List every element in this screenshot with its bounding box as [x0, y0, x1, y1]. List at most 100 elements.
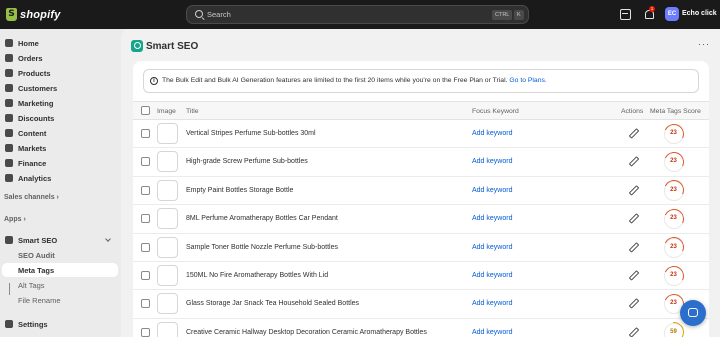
person-icon	[5, 84, 13, 92]
product-title: Sample Toner Bottle Nozzle Perfume Sub-b…	[186, 243, 339, 251]
sidebar-item-smart-seo[interactable]: Smart SEO	[2, 233, 118, 247]
sidebar-item-orders[interactable]: Orders	[2, 51, 118, 65]
table-row[interactable]: Creative Ceramic Hallway Desktop Decorat…	[133, 318, 709, 337]
row-checkbox[interactable]	[141, 242, 150, 252]
sidebar-item-label: Alt Tags	[18, 281, 45, 290]
brand-name: shopify	[20, 8, 61, 21]
row-checkbox[interactable]	[141, 129, 150, 138]
table-header: Image Title Focus Keyword Actions Meta T…	[133, 101, 709, 120]
discount-icon	[5, 114, 13, 122]
product-thumbnail	[157, 179, 178, 201]
add-keyword-link[interactable]: Add keyword	[472, 130, 512, 137]
meta-tags-score-ring: 59	[659, 318, 688, 337]
chart-icon	[5, 174, 13, 182]
shortcut-k: K	[514, 10, 524, 20]
meta-tags-score-ring: 23	[660, 262, 687, 289]
sidebar-item-label: Settings	[18, 320, 48, 329]
product-title: Creative Ceramic Hallway Desktop Decorat…	[186, 328, 427, 336]
table-row[interactable]: Empty Paint Bottles Storage Bottle Add ke…	[133, 177, 709, 206]
meta-tags-score-ring: 23	[660, 177, 687, 204]
go-to-plans-link[interactable]: Go to Plans.	[509, 77, 546, 84]
content-icon	[5, 129, 13, 137]
sidebar-item-discounts[interactable]: Discounts	[2, 111, 118, 125]
sidebar-item-products[interactable]: Products	[2, 66, 118, 80]
sidebar-item-settings[interactable]: Settings	[2, 317, 118, 331]
sidebar-item-label: Home	[18, 39, 39, 48]
edit-pencil-icon[interactable]	[629, 186, 637, 194]
sidebar-item-home[interactable]: Home	[2, 36, 118, 50]
sidebar-item-label: Customers	[18, 84, 58, 93]
sidebar-item-label: Marketing	[18, 99, 54, 108]
add-keyword-link[interactable]: Add keyword	[472, 158, 512, 165]
shopify-logo[interactable]: shopify	[6, 7, 61, 22]
table-row[interactable]: 8ML Perfume Aromatherapy Bottles Car Pen…	[133, 205, 709, 234]
select-all-checkbox[interactable]	[141, 106, 150, 115]
edit-pencil-icon[interactable]	[629, 214, 637, 222]
meta-tags-score-ring: 23	[660, 205, 687, 232]
edit-pencil-icon[interactable]	[629, 157, 637, 165]
edit-pencil-icon[interactable]	[629, 271, 637, 279]
row-checkbox[interactable]	[141, 327, 150, 337]
table-row[interactable]: 150ML No Fire Aromatherapy Bottles With …	[133, 262, 709, 291]
edit-pencil-icon[interactable]	[629, 129, 637, 137]
row-checkbox[interactable]	[141, 271, 150, 280]
table-row[interactable]: Vertical Stripes Perfume Sub-bottles 30m…	[133, 120, 709, 149]
chat-icon	[688, 308, 698, 317]
sidebar-item-label: Markets	[18, 144, 47, 153]
avatar[interactable]: EC	[665, 7, 679, 21]
add-keyword-link[interactable]: Add keyword	[472, 300, 512, 307]
sidebar-item-label: Smart SEO	[18, 236, 58, 245]
edit-pencil-icon[interactable]	[629, 243, 637, 251]
edit-pencil-icon[interactable]	[629, 299, 637, 307]
sidebar-item-marketing[interactable]: Marketing	[2, 96, 118, 110]
add-keyword-link[interactable]: Add keyword	[472, 187, 512, 194]
table-row[interactable]: Sample Toner Bottle Nozzle Perfume Sub-b…	[133, 234, 709, 262]
search-input[interactable]: Search CTRL K	[186, 5, 529, 24]
product-title: Empty Paint Bottles Storage Bottle	[186, 186, 294, 194]
product-thumbnail	[157, 123, 178, 144]
column-title[interactable]: Title	[186, 108, 199, 115]
add-keyword-link[interactable]: Add keyword	[472, 215, 512, 222]
store-name[interactable]: Echo click	[682, 10, 717, 17]
sidebar-item-finance[interactable]: Finance	[2, 156, 118, 170]
app-icon	[5, 236, 13, 244]
edit-pencil-icon[interactable]	[629, 328, 637, 336]
table-row[interactable]: High-grade Screw Perfume Sub-bottles Add …	[133, 148, 709, 177]
orders-icon	[5, 54, 13, 62]
sidebar-item-meta-tags[interactable]: Meta Tags	[2, 263, 118, 277]
target-icon	[5, 99, 13, 107]
row-checkbox[interactable]	[141, 185, 150, 195]
sales-channels-heading[interactable]: Sales channels ›	[4, 194, 59, 201]
row-checkbox[interactable]	[141, 299, 150, 309]
score-value: 59	[670, 328, 677, 335]
row-checkbox[interactable]	[141, 157, 150, 167]
column-image: Image	[157, 108, 176, 115]
add-keyword-link[interactable]: Add keyword	[472, 244, 512, 251]
sidebar-item-analytics[interactable]: Analytics	[2, 171, 118, 185]
sidebar-item-seo-audit[interactable]: SEO Audit	[2, 248, 118, 262]
score-value: 23	[670, 272, 677, 278]
meta-tags-score-ring: 23	[660, 149, 687, 175]
sidebar-item-alt-tags[interactable]: Alt Tags	[2, 278, 118, 292]
sidebar-item-file-rename[interactable]: File Rename	[2, 293, 118, 307]
bank-icon	[5, 159, 13, 167]
table-row[interactable]: Glass Storage Jar Snack Tea Household Se…	[133, 290, 709, 319]
row-checkbox[interactable]	[141, 214, 150, 224]
add-keyword-link[interactable]: Add keyword	[472, 272, 512, 279]
apps-heading[interactable]: Apps ›	[4, 216, 26, 223]
search-icon	[195, 10, 203, 18]
score-value: 23	[670, 215, 677, 222]
sidebar-item-content[interactable]: Content	[2, 126, 118, 140]
chat-button[interactable]	[680, 300, 706, 326]
add-keyword-link[interactable]: Add keyword	[472, 329, 512, 336]
store-icon[interactable]	[620, 9, 631, 20]
sidebar-item-label: Products	[18, 69, 51, 78]
sidebar-item-label: File Rename	[18, 296, 61, 305]
more-options-icon[interactable]: ···	[698, 40, 710, 49]
sidebar-item-markets[interactable]: Markets	[2, 141, 118, 155]
shopify-bag-icon	[6, 8, 17, 21]
sidebar-item-customers[interactable]: Customers	[2, 81, 118, 95]
score-value: 23	[670, 130, 677, 136]
globe-icon	[5, 144, 13, 152]
score-value: 23	[670, 158, 677, 165]
